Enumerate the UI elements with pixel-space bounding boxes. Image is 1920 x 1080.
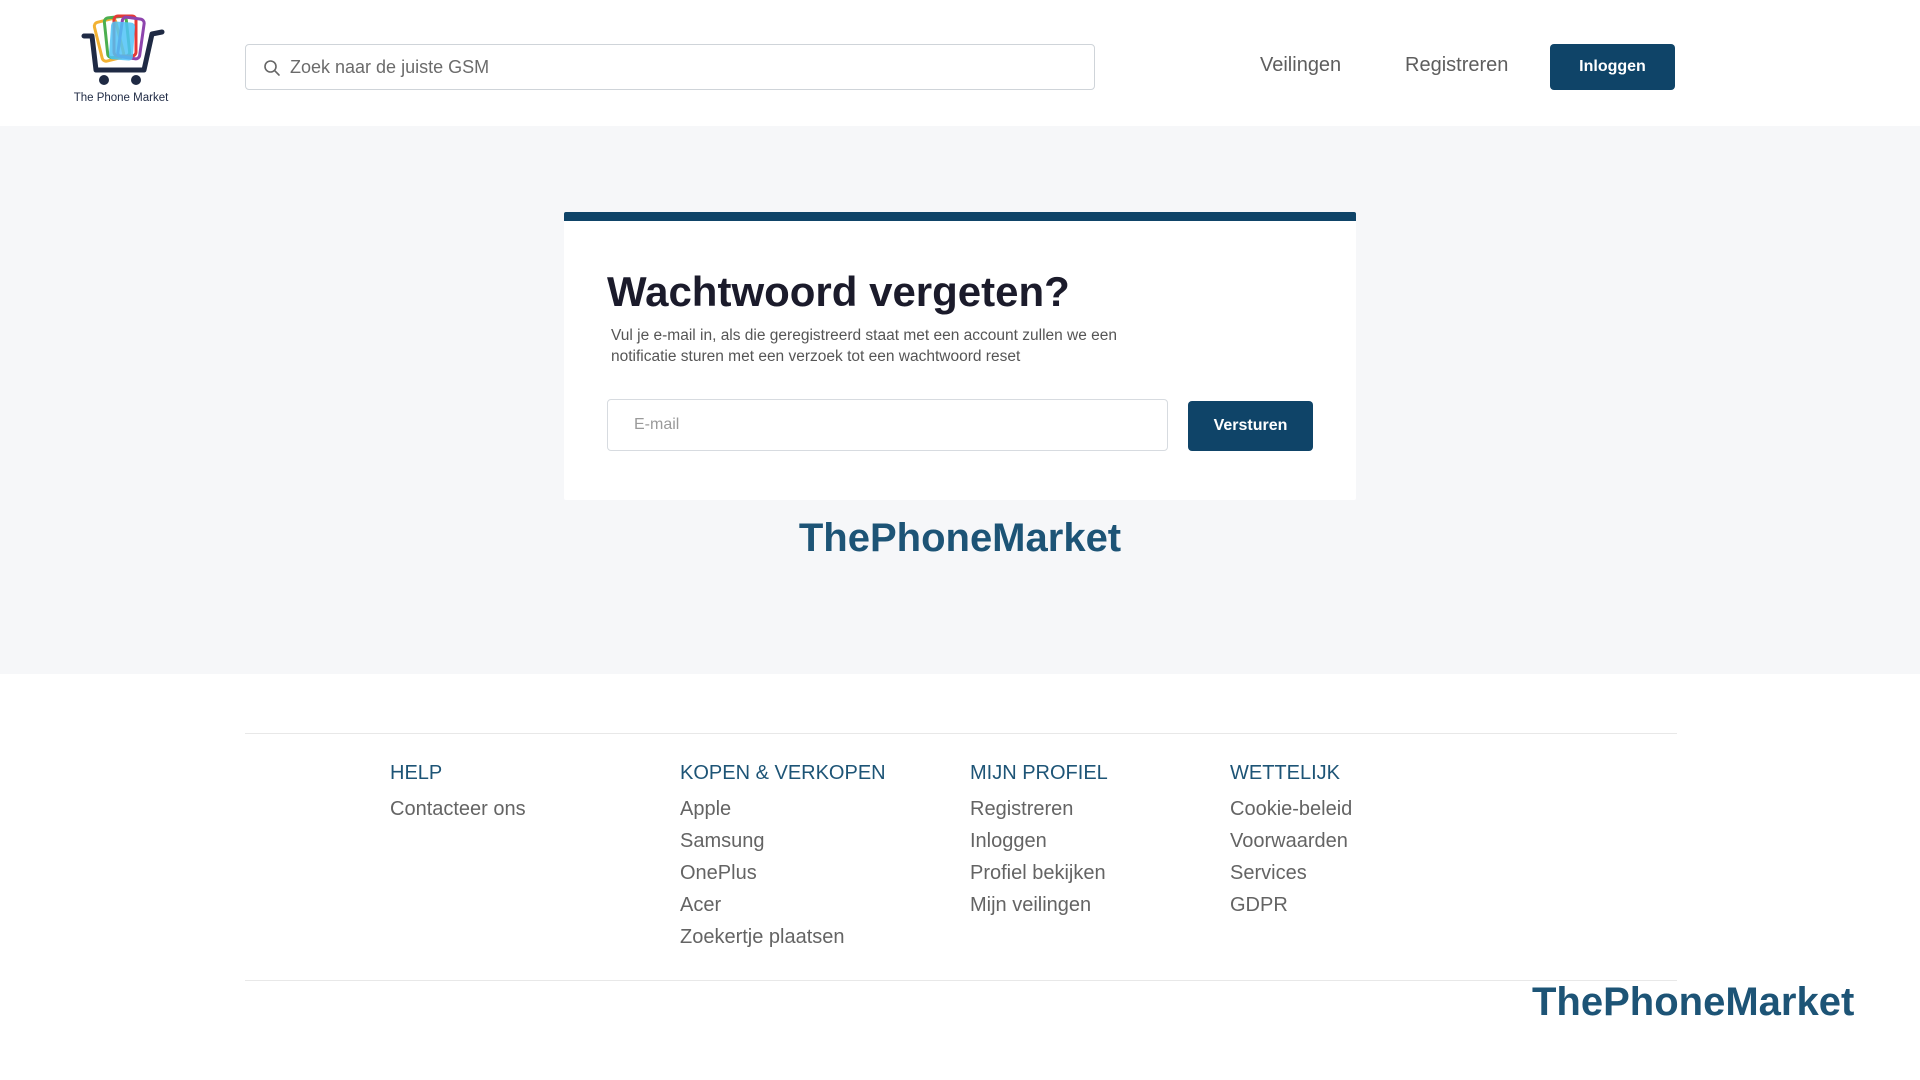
footer-link-zoekertje-plaatsen[interactable]: Zoekertje plaatsen <box>680 921 886 953</box>
site-header: The Phone Market Veilingen Registreren I… <box>0 0 1920 126</box>
search-icon <box>264 60 280 76</box>
footer-divider-top <box>245 733 1677 734</box>
footer-link-contacteer-ons[interactable]: Contacteer ons <box>390 793 526 825</box>
card-description: Vul je e-mail in, als die geregistreerd … <box>611 327 1118 365</box>
footer-heading-mijn-profiel: MIJN PROFIEL <box>970 762 1108 784</box>
footer-link-registreren[interactable]: Registreren <box>970 793 1108 825</box>
footer-link-acer[interactable]: Acer <box>680 889 886 921</box>
footer-heading-help: HELP <box>390 762 443 784</box>
search-input[interactable] <box>290 45 1080 89</box>
nav-veilingen-link[interactable]: Veilingen <box>1260 54 1341 77</box>
footer-link-samsung[interactable]: Samsung <box>680 825 886 857</box>
search-bar <box>245 44 1095 90</box>
footer-column-wettelijk: WETTELIJK Cookie-beleid Voorwaarden Serv… <box>1230 762 1352 921</box>
footer-link-gdpr[interactable]: GDPR <box>1230 889 1352 921</box>
footer-heading-wettelijk: WETTELIJK <box>1230 762 1341 784</box>
footer-link-cookie-beleid[interactable]: Cookie-beleid <box>1230 793 1352 825</box>
footer-link-profiel-bekijken[interactable]: Profiel bekijken <box>970 857 1108 889</box>
email-field[interactable] <box>607 399 1168 451</box>
forgot-password-card: Wachtwoord vergeten? Vul je e-mail in, a… <box>564 212 1356 500</box>
footer-divider-bottom <box>245 980 1677 981</box>
login-button[interactable]: Inloggen <box>1550 44 1675 90</box>
phone-cart-logo-icon <box>81 14 165 85</box>
page-title: Wachtwoord vergeten? <box>607 268 1070 315</box>
footer-link-services[interactable]: Services <box>1230 857 1352 889</box>
send-button[interactable]: Versturen <box>1188 401 1313 451</box>
footer-column-kopen-verkopen: KOPEN & VERKOPEN Apple Samsung OnePlus A… <box>680 762 886 953</box>
site-footer: HELP Contacteer ons KOPEN & VERKOPEN App… <box>0 674 1920 1080</box>
footer-link-apple[interactable]: Apple <box>680 793 886 825</box>
footer-link-mijn-veilingen[interactable]: Mijn veilingen <box>970 889 1108 921</box>
main-content: Wachtwoord vergeten? Vul je e-mail in, a… <box>0 126 1920 674</box>
brand-text-center: ThePhoneMarket <box>798 516 1122 560</box>
footer-column-mijn-profiel: MIJN PROFIEL Registreren Inloggen Profie… <box>970 762 1108 921</box>
footer-link-voorwaarden[interactable]: Voorwaarden <box>1230 825 1352 857</box>
brand-text-footer: ThePhoneMarket <box>1532 980 1855 1024</box>
nav-registreren-link[interactable]: Registreren <box>1405 54 1508 77</box>
footer-column-help: HELP Contacteer ons <box>390 762 526 825</box>
footer-link-inloggen[interactable]: Inloggen <box>970 825 1108 857</box>
site-logo[interactable]: The Phone Market <box>70 14 172 108</box>
footer-link-oneplus[interactable]: OnePlus <box>680 857 886 889</box>
logo-text: The Phone Market <box>73 92 169 104</box>
footer-heading-kopen-verkopen: KOPEN & VERKOPEN <box>680 762 886 784</box>
